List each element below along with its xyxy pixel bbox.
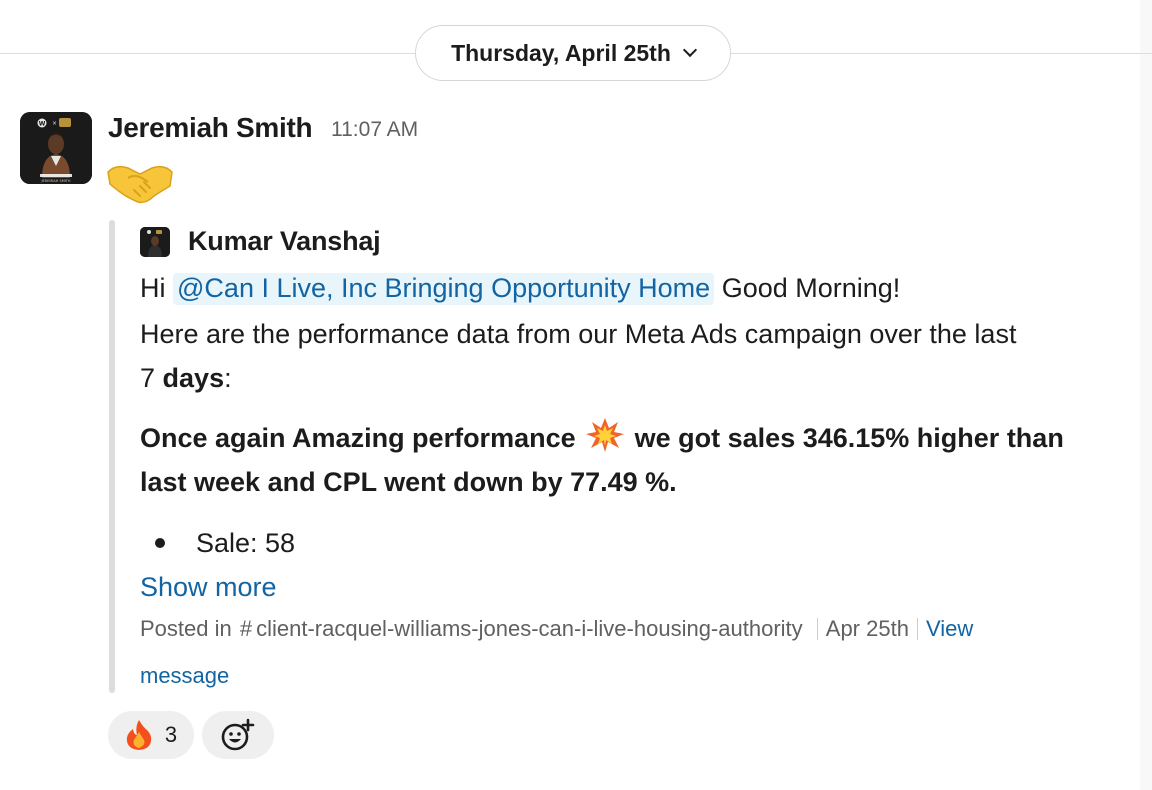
shared-author-name[interactable]: Kumar Vanshaj [188,226,381,257]
body-line-3: 7 days: [140,356,232,400]
days-label: days [162,363,225,393]
shared-author-portrait-icon [140,227,170,257]
fire-emoji-icon [126,720,152,750]
bullet-dot [155,538,165,548]
highlight-line-2: last week and CPL went down by 77.49 %. [140,467,677,497]
hash-icon: # [239,616,253,641]
add-emoji-icon [221,718,255,751]
avatar[interactable]: W × JEREMIAH SMITH [20,112,92,184]
highlight-line-1: Once again Amazing performance we got sa… [140,416,1064,460]
chevron-down-icon [682,42,697,58]
message-timestamp[interactable]: 11:07 AM [331,118,418,142]
avatar-badge: W [39,121,46,128]
reaction-fire[interactable]: 3 [108,711,194,759]
handshake-emoji-icon [107,165,173,204]
greeting-line: Hi @Can I Live, Inc Bringing Opportunity… [140,266,900,310]
view-message-link-continued[interactable]: message [140,661,229,691]
greeting-suffix: Good Morning! [721,273,901,303]
add-reaction-button[interactable] [202,711,274,759]
posted-in-footer: Posted in # client-racquel-williams-jones… [140,614,973,644]
collision-emoji-icon [586,418,625,452]
avatar-portrait-icon: W × JEREMIAH SMITH [20,112,92,184]
shared-message-bar [109,220,115,693]
show-more-link[interactable]: Show more [140,565,277,609]
bullet-item-sale: Sale: 58 [196,528,296,558]
sender-name[interactable]: Jeremiah Smith [108,112,313,144]
view-message-link[interactable]: View [926,616,973,641]
days-number: 7 [140,363,156,393]
footer-separator [816,618,818,640]
shared-author-avatar[interactable] [140,227,170,257]
days-colon: : [224,363,232,393]
highlight-part1: Once again Amazing performance [140,423,576,453]
channel-name: client-racquel-williams-jones-can-i-live… [256,616,803,641]
highlight-part2: we got sales 346.15% higher than [634,423,1064,453]
date-divider-button[interactable]: Thursday, April 25th [415,25,731,81]
reaction-count: 3 [164,722,178,747]
shared-date[interactable]: Apr 25th [826,616,909,641]
scroll-gutter [1140,0,1152,790]
footer-separator [916,618,918,640]
channel-link[interactable]: # client-racquel-williams-jones-can-i-liv… [238,616,803,641]
posted-in-label: Posted in [140,616,232,641]
avatar-caption: JEREMIAH SMITH [40,179,70,183]
date-divider-label: Thursday, April 25th [451,39,671,66]
greeting-prefix: Hi [140,273,166,303]
body-line-2: Here are the performance data from our M… [140,319,1017,349]
mention-chip[interactable]: @Can I Live, Inc Bringing Opportunity Ho… [173,273,715,305]
svg-text:×: × [52,120,57,127]
